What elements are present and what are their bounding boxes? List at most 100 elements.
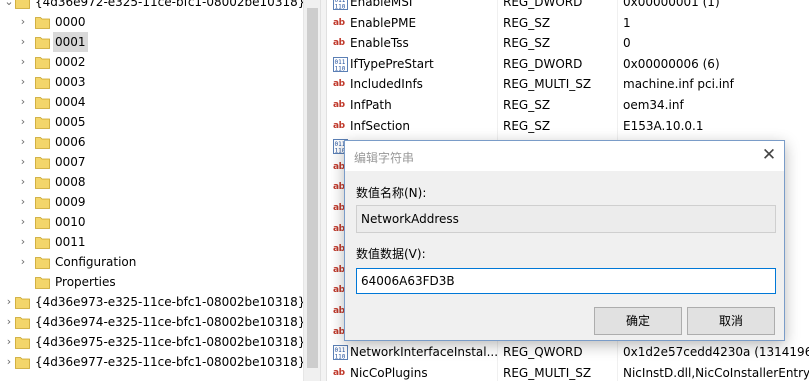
ok-button[interactable]: 确定 (594, 307, 682, 335)
chevron-right-icon[interactable]: › (4, 352, 14, 372)
value-data: 0x00000001 (1) (623, 0, 720, 9)
value-data: 0 (623, 36, 631, 51)
chevron-right-icon[interactable]: › (4, 312, 14, 332)
tree-item[interactable]: › {4d36e977-e325-11ce-bfc1-08002be10318} (0, 352, 303, 372)
tree-item-label: 0008 (55, 175, 86, 189)
tree-item-label: {4d36e977-e325-11ce-bfc1-08002be10318} (35, 355, 303, 369)
tree-item[interactable]: › 0004 (0, 92, 303, 112)
tree-item[interactable]: › {4d36e975-e325-11ce-bfc1-08002be10318} (0, 332, 303, 352)
value-type: REG_DWORD (503, 0, 583, 9)
registry-value-row[interactable]: ab InfSection REG_SZ E153A.10.0.1 (327, 116, 809, 137)
registry-value-row[interactable]: ab NicCoPlugins REG_MULTI_SZ NicInstD.dll,N… (327, 363, 809, 381)
value-data-label: 数值数据(V): (356, 247, 426, 261)
chevron-right-icon[interactable]: › (18, 52, 28, 72)
edit-string-dialog: 编辑字符串 ✕ 数值名称(N): NetworkAddress 数值数据(V):… (344, 140, 785, 341)
tree-item-label: 0001 (53, 32, 88, 52)
value-data-input[interactable] (356, 268, 776, 294)
tree-item-label: 0005 (55, 115, 86, 129)
chevron-right-icon[interactable]: › (18, 192, 28, 212)
tree-scrollbar-thumb[interactable] (307, 8, 318, 368)
registry-value-row[interactable]: 011 110 EnableMSI REG_DWORD 0x00000001 (1) (327, 0, 809, 13)
value-name: InfPath (350, 98, 392, 112)
chevron-right-icon[interactable]: › (18, 212, 28, 232)
tree-item[interactable]: › 0009 (0, 192, 303, 212)
tree-item[interactable]: ⌄ {4d36e972-e325-11ce-bfc1-08002be10318} (0, 0, 303, 12)
value-name: NicCoPlugins (350, 365, 428, 380)
tree-item-label: {4d36e972-e325-11ce-bfc1-08002be10318} (35, 0, 303, 9)
tree-item[interactable]: › Configuration (0, 252, 303, 272)
tree-item[interactable]: › 0011 (0, 232, 303, 252)
value-data: 0x00000006 (6) (623, 56, 720, 71)
tree-item-label: 0009 (55, 195, 86, 209)
folder-icon (15, 315, 30, 329)
tree-item-label: Properties (55, 275, 116, 289)
value-type: REG_MULTI_SZ (503, 77, 592, 92)
registry-value-row[interactable]: ab InfPath REG_SZ oem34.inf (327, 95, 809, 116)
registry-value-row[interactable]: 011 110 IfTypePreStart REG_DWORD 0x00000006 … (327, 54, 809, 75)
close-icon[interactable]: ✕ (754, 141, 784, 171)
tree-vertical-scrollbar[interactable] (303, 0, 320, 381)
value-name: IncludedInfs (350, 77, 423, 92)
value-data: 1 (623, 15, 631, 30)
chevron-right-icon[interactable]: › (4, 292, 14, 312)
value-name-field: NetworkAddress (356, 205, 776, 233)
tree-item[interactable]: › 0001 (0, 32, 303, 52)
svg-text:110: 110 (335, 354, 346, 361)
value-name-label: 数值名称(N): (356, 186, 427, 200)
value-name: EnableTss (350, 36, 409, 51)
tree-item-label: 0006 (55, 135, 86, 149)
chevron-right-icon[interactable]: › (18, 152, 28, 172)
folder-icon (35, 175, 50, 189)
folder-icon (35, 95, 50, 109)
value-type: REG_DWORD (503, 56, 583, 71)
registry-value-row[interactable]: ab EnablePME REG_SZ 1 (327, 13, 809, 34)
tree-item-label: {4d36e975-e325-11ce-bfc1-08002be10318} (35, 335, 303, 349)
tree-item[interactable]: › {4d36e974-e325-11ce-bfc1-08002be10318} (0, 312, 303, 332)
tree-item[interactable]: › 0006 (0, 132, 303, 152)
folder-icon (15, 0, 30, 9)
registry-value-row[interactable]: 011 110 NetworkInterfaceInstal... REG_QWORD… (327, 342, 809, 363)
value-type: REG_SZ (503, 118, 551, 133)
tree-item-label: 0010 (55, 215, 86, 229)
svg-text:110: 110 (335, 4, 346, 11)
value-name: EnablePME (350, 15, 417, 30)
folder-icon (35, 195, 50, 209)
dialog-title: 编辑字符串 (354, 151, 415, 165)
tree-item[interactable]: › 0008 (0, 172, 303, 192)
folder-icon (35, 155, 50, 169)
chevron-right-icon[interactable]: › (18, 132, 28, 152)
tree-item[interactable]: Properties (0, 272, 303, 292)
chevron-right-icon[interactable]: › (18, 112, 28, 132)
value-data: NicInstD.dll,NicCoInstallerEntry (623, 365, 809, 380)
chevron-right-icon[interactable]: › (4, 332, 14, 352)
tree-item[interactable]: › 0007 (0, 152, 303, 172)
chevron-right-icon[interactable]: › (18, 172, 28, 192)
tree-item[interactable]: › 0005 (0, 112, 303, 132)
tree-item[interactable]: › 0002 (0, 52, 303, 72)
chevron-down-icon[interactable]: ⌄ (4, 0, 14, 12)
chevron-right-icon[interactable]: › (18, 72, 28, 92)
chevron-right-icon[interactable]: › (18, 92, 28, 112)
tree-item[interactable]: › {4d36e973-e325-11ce-bfc1-08002be10318} (0, 292, 303, 312)
chevron-right-icon[interactable]: › (18, 32, 28, 52)
tree-item[interactable]: › 0003 (0, 72, 303, 92)
registry-value-row[interactable]: ab EnableTss REG_SZ 0 (327, 33, 809, 54)
registry-value-row[interactable]: ab IncludedInfs REG_MULTI_SZ machine.inf pc… (327, 74, 809, 95)
binary-value-icon: 011 110 (333, 56, 348, 72)
chevron-right-icon[interactable]: › (18, 232, 28, 252)
string-value-icon: ab (333, 17, 345, 28)
tree-item-label: {4d36e973-e325-11ce-bfc1-08002be10318} (35, 295, 303, 309)
pane-splitter[interactable] (320, 0, 327, 381)
tree-item[interactable]: › 0010 (0, 212, 303, 232)
value-type: REG_QWORD (503, 345, 583, 360)
registry-key-tree[interactable]: ⌄ {4d36e972-e325-11ce-bfc1-08002be10318} ›… (0, 0, 303, 381)
tree-item[interactable]: › 0000 (0, 12, 303, 32)
chevron-right-icon[interactable]: › (18, 252, 28, 272)
dialog-titlebar[interactable]: 编辑字符串 ✕ (345, 141, 784, 171)
string-value-icon: ab (333, 100, 345, 110)
folder-icon (35, 235, 50, 249)
chevron-right-icon[interactable]: › (18, 12, 28, 32)
folder-icon (35, 275, 50, 289)
tree-item-label: Configuration (55, 255, 137, 269)
cancel-button[interactable]: 取消 (687, 307, 775, 335)
